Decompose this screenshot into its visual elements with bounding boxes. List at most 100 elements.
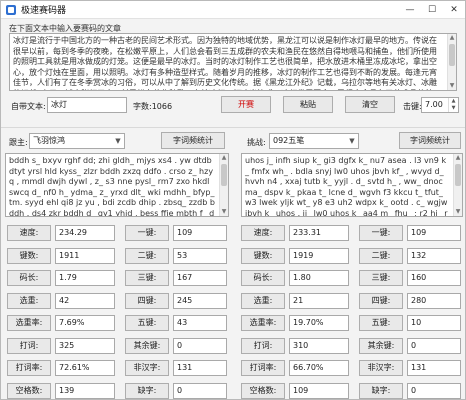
right-code-text: uhos j_ infh siup k_ gi3 dgfx k_ nu7 ase… (245, 156, 448, 217)
clear-button[interactable]: 清空 (345, 96, 395, 113)
scroll-thumb[interactable] (449, 44, 455, 66)
scroll-down-icon[interactable]: ▼ (448, 82, 456, 90)
stat-value: 1911 (55, 247, 115, 264)
stat-label: 打词率: (241, 360, 285, 376)
scroll-down-icon[interactable]: ▼ (220, 208, 228, 216)
stat-value: 245 (173, 292, 227, 309)
stat-value: 21 (289, 292, 349, 309)
minimize-button[interactable]: — (399, 1, 421, 19)
stat-value: 42 (55, 292, 115, 309)
maximize-button[interactable]: ☐ (421, 1, 443, 19)
window-title: 极速赛码器 (21, 6, 67, 16)
left-player-select[interactable]: 飞羽惊鸿 ▼ (29, 133, 125, 149)
chevron-down-icon: ▼ (349, 137, 355, 145)
stat-row: 码长: 1.80 三键: 160 (241, 270, 461, 286)
stat-label: 速度: (241, 225, 285, 241)
stat-label: 非汉字: (359, 360, 403, 376)
stat-row: 键数: 1919 二键: 132 (241, 247, 461, 264)
stat-label: 键数: (241, 247, 285, 264)
stat-value: 43 (173, 315, 227, 331)
scroll-thumb[interactable] (455, 164, 461, 186)
stat-row: 速度: 234.29 一键: 109 (7, 225, 227, 241)
stat-row: 选重: 42 四键: 245 (7, 292, 227, 309)
stat-value: 325 (55, 337, 115, 354)
stat-row: 空格数: 109 缺字: 0 (241, 382, 461, 399)
paste-button[interactable]: 粘贴 (283, 96, 333, 113)
divider (1, 127, 465, 128)
right-stats-button[interactable]: 字词频统计 (399, 132, 461, 149)
stat-value: 1.79 (55, 270, 115, 286)
stat-label: 选重率: (7, 315, 51, 331)
stat-value: 139 (55, 382, 115, 399)
stat-row: 选重率: 19.70% 五键: 10 (241, 315, 461, 331)
left-code-scrollbar[interactable]: ▲ ▼ (219, 154, 228, 216)
stat-row: 打词: 310 其余键: 0 (241, 337, 461, 354)
text-title-field[interactable]: 冰灯 (47, 97, 127, 113)
spin-down-icon[interactable]: ▼ (449, 105, 458, 112)
stat-value: 53 (173, 247, 227, 264)
app-icon (6, 4, 16, 15)
title-bar[interactable]: 极速赛码器 — ☐ ✕ (1, 1, 465, 19)
start-button[interactable]: 开赛 (221, 96, 271, 113)
speed-label: 击键: (403, 102, 422, 111)
stat-label: 选重: (7, 292, 51, 309)
stat-row: 选重率: 7.69% 五键: 43 (7, 315, 227, 331)
stat-label: 空格数: (7, 382, 51, 399)
title-label: 自带文本: (11, 102, 46, 111)
stat-label: 码长: (7, 270, 51, 286)
right-code-scrollbar[interactable]: ▲ ▼ (453, 154, 462, 216)
stat-value: 131 (173, 360, 227, 376)
stat-value: 0 (173, 337, 227, 354)
stat-label: 缺字: (359, 382, 403, 399)
scroll-down-icon[interactable]: ▼ (454, 208, 462, 216)
scroll-thumb[interactable] (221, 164, 227, 186)
stat-value: 310 (289, 337, 349, 354)
stat-value: 167 (173, 270, 227, 286)
stat-label: 打词: (7, 337, 51, 354)
right-player-select[interactable]: 092五笔 ▼ (269, 133, 359, 149)
speed-value: 7.00 (425, 100, 443, 109)
scroll-up-icon[interactable]: ▲ (220, 154, 228, 162)
left-player-value: 飞羽惊鸿 (33, 136, 65, 145)
stat-label: 打词率: (7, 360, 51, 376)
stat-row: 码长: 1.79 三键: 167 (7, 270, 227, 286)
stat-value: 109 (289, 382, 349, 399)
close-button[interactable]: ✕ (443, 1, 465, 19)
stat-label: 四键: (125, 292, 169, 309)
spinner-arrows[interactable]: ▲ ▼ (448, 98, 458, 112)
stat-value: 109 (173, 225, 227, 241)
stat-value: 19.70% (289, 315, 349, 331)
stat-label: 其余键: (125, 337, 169, 354)
left-code-box[interactable]: bddh s_ bxyv rghf dd; zhi gldh_ mjys xs4… (5, 153, 229, 217)
source-scrollbar[interactable]: ▲ ▼ (447, 34, 456, 90)
stat-label: 非汉字: (125, 360, 169, 376)
spin-up-icon[interactable]: ▲ (449, 98, 458, 105)
stat-value: 131 (407, 360, 461, 376)
scroll-up-icon[interactable]: ▲ (448, 34, 456, 42)
word-count: 字数:1066 (133, 102, 173, 111)
stat-value: 0 (173, 382, 227, 399)
speed-spinner[interactable]: 7.00 ▲ ▼ (421, 97, 459, 113)
stat-value: 72.61% (55, 360, 115, 376)
stat-label: 五键: (359, 315, 403, 331)
stat-label: 键数: (7, 247, 51, 264)
text-title-value: 冰灯 (51, 100, 67, 109)
source-text: 冰灯是流行于中国北方的一种古老的民间艺术形式。因为独特的地域优势，黑龙江可以说是… (13, 36, 437, 90)
stat-row: 打词: 325 其余键: 0 (7, 337, 227, 354)
stat-row: 选重: 21 四键: 280 (241, 292, 461, 309)
scroll-up-icon[interactable]: ▲ (454, 154, 462, 162)
stat-row: 速度: 233.31 一键: 109 (241, 225, 461, 241)
stat-row: 空格数: 139 缺字: 0 (7, 382, 227, 399)
left-code-text: bddh s_ bxyv rghf dd; zhi gldh_ mjys xs4… (9, 156, 215, 217)
stat-label: 二键: (359, 247, 403, 264)
stat-label: 缺字: (125, 382, 169, 399)
source-textarea[interactable]: 冰灯是流行于中国北方的一种古老的民间艺术形式。因为独特的地域优势，黑龙江可以说是… (9, 33, 457, 91)
stat-value: 234.29 (55, 225, 115, 241)
chevron-down-icon: ▼ (115, 137, 121, 145)
stat-value: 160 (407, 270, 461, 286)
right-name-label: 挑战: (247, 138, 266, 147)
stat-value: 0 (407, 382, 461, 399)
right-code-box[interactable]: uhos j_ infh siup k_ gi3 dgfx k_ nu7 ase… (241, 153, 463, 217)
stat-value: 132 (407, 247, 461, 264)
left-stats-button[interactable]: 字词频统计 (161, 132, 225, 149)
